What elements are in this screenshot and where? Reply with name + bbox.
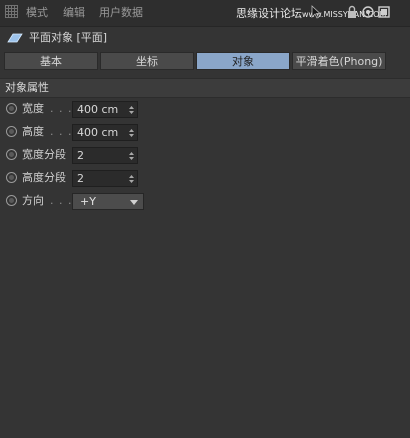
property-label-text: 高度分段 xyxy=(22,171,66,184)
watermark-text: 思缘设计论坛 xyxy=(236,7,302,20)
menu-mode[interactable]: 模式 xyxy=(26,6,48,20)
menu-edit[interactable]: 编辑 xyxy=(63,6,85,20)
lock-icon[interactable] xyxy=(345,4,359,20)
cursor-arrow-icon[interactable] xyxy=(308,4,322,20)
spinner-arrows-icon[interactable] xyxy=(129,105,134,115)
property-label-dots: . . . xyxy=(50,194,73,207)
property-label: 高度分段 xyxy=(22,171,66,185)
plane-object-icon xyxy=(7,33,23,43)
orientation-select[interactable]: +Y xyxy=(72,193,144,210)
property-label-text: 宽度 xyxy=(22,102,44,115)
property-row-width-segments: 宽度分段 2 xyxy=(0,147,410,165)
height-field[interactable]: 400 cm xyxy=(72,124,138,141)
animate-radio[interactable] xyxy=(6,172,17,183)
animate-radio[interactable] xyxy=(6,149,17,160)
height-value: 400 cm xyxy=(77,126,119,139)
property-label-dots: . . . xyxy=(50,102,73,115)
tab-object[interactable]: 对象 xyxy=(196,52,290,70)
width-segments-value: 2 xyxy=(77,149,84,162)
width-segments-field[interactable]: 2 xyxy=(72,147,138,164)
chevron-down-icon xyxy=(130,200,138,205)
target-icon[interactable] xyxy=(361,4,375,20)
property-label-text: 方向 xyxy=(22,194,44,207)
property-label: 宽度分段 xyxy=(22,148,66,162)
tab-phong[interactable]: 平滑着色(Phong) xyxy=(292,52,386,70)
property-tabs: 基本 坐标 对象 平滑着色(Phong) xyxy=(4,52,386,70)
spinner-arrows-icon[interactable] xyxy=(129,128,134,138)
property-row-height: 高度 . . . 400 cm xyxy=(0,124,410,142)
height-segments-field[interactable]: 2 xyxy=(72,170,138,187)
spinner-arrows-icon[interactable] xyxy=(129,174,134,184)
property-row-width: 宽度 . . . 400 cm xyxy=(0,101,410,119)
property-row-height-segments: 高度分段 2 xyxy=(0,170,410,188)
object-title: 平面对象 [平面] xyxy=(29,31,108,44)
section-header-object-properties: 对象属性 xyxy=(0,78,410,98)
section-title: 对象属性 xyxy=(5,81,49,94)
property-row-orientation: 方向 . . . +Y xyxy=(0,193,410,211)
orientation-value: +Y xyxy=(80,195,96,208)
height-segments-value: 2 xyxy=(77,172,84,185)
new-panel-icon[interactable] xyxy=(377,4,391,20)
animate-radio[interactable] xyxy=(6,195,17,206)
menu-user-data[interactable]: 用户数据 xyxy=(99,6,143,20)
tab-basic[interactable]: 基本 xyxy=(4,52,98,70)
tab-coordinates[interactable]: 坐标 xyxy=(100,52,194,70)
animate-radio[interactable] xyxy=(6,126,17,137)
panel-grip-icon[interactable] xyxy=(5,5,18,18)
property-label: 宽度 . . . xyxy=(22,102,72,116)
property-label: 方向 . . . xyxy=(22,194,72,208)
property-label-text: 宽度分段 xyxy=(22,148,66,161)
property-label: 高度 . . . xyxy=(22,125,72,139)
property-label-text: 高度 xyxy=(22,125,44,138)
menu-bar: 模式 编辑 用户数据 思缘设计论坛www.MISSYUAN.COM xyxy=(0,0,410,27)
width-value: 400 cm xyxy=(77,103,119,116)
animate-radio[interactable] xyxy=(6,103,17,114)
spinner-arrows-icon[interactable] xyxy=(129,151,134,161)
property-label-dots: . . . xyxy=(50,125,73,138)
object-header: 平面对象 [平面] xyxy=(0,28,410,48)
width-field[interactable]: 400 cm xyxy=(72,101,138,118)
